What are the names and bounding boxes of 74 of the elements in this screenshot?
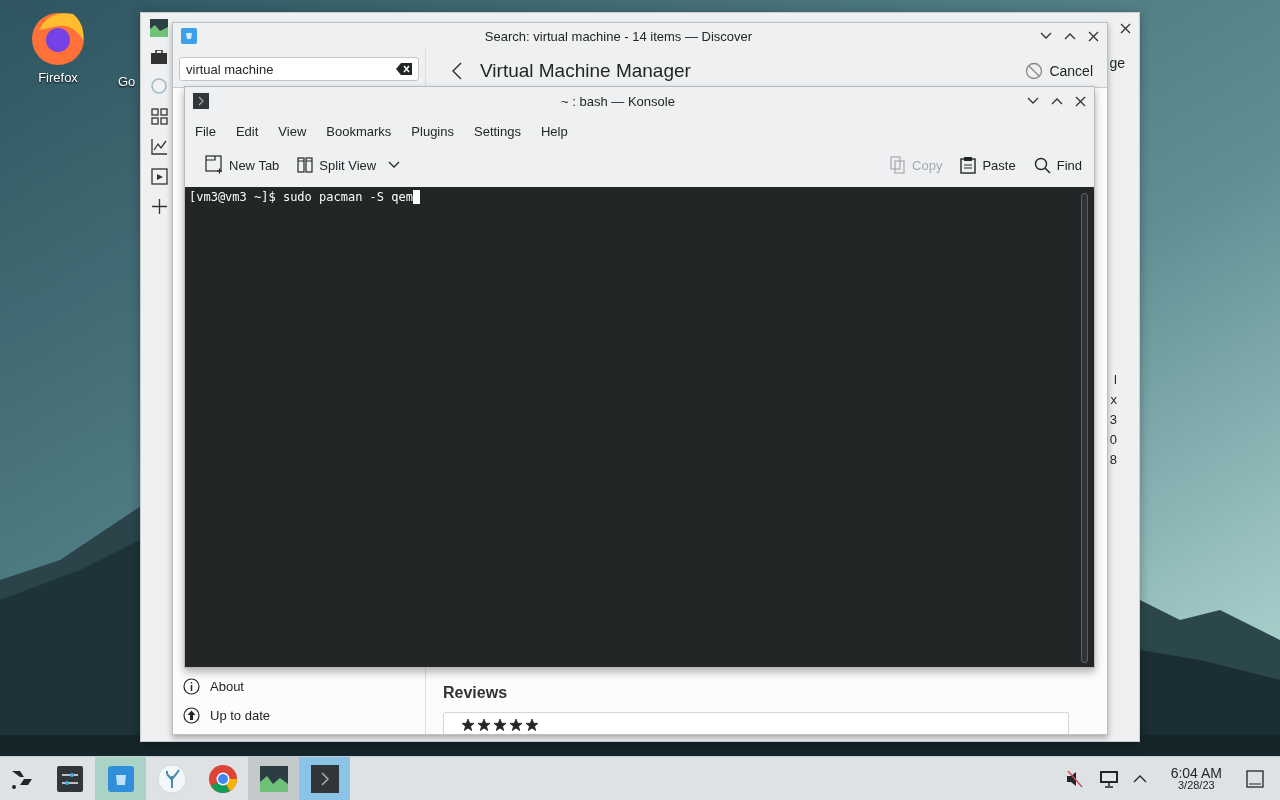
menu-item[interactable]: Settings bbox=[466, 119, 529, 143]
display-icon[interactable] bbox=[1098, 769, 1119, 788]
section-heading: Reviews bbox=[443, 684, 509, 702]
menu-item[interactable]: View bbox=[270, 119, 315, 143]
plus-icon[interactable] bbox=[150, 198, 168, 215]
close-icon[interactable] bbox=[1120, 23, 1131, 34]
sidebar-item[interactable]: About bbox=[173, 672, 425, 701]
menu-item[interactable]: Bookmarks bbox=[318, 119, 400, 143]
clipboard-icon bbox=[960, 156, 977, 174]
muted-speaker-icon[interactable] bbox=[1064, 769, 1085, 788]
clear-icon[interactable] bbox=[396, 63, 412, 75]
tab-label[interactable]: ge bbox=[1109, 55, 1125, 71]
list-text: 0 bbox=[1109, 432, 1117, 447]
terminal-icon bbox=[310, 764, 339, 793]
list-text: l bbox=[1114, 372, 1117, 387]
star-icon bbox=[494, 719, 506, 731]
chevron-up-icon[interactable] bbox=[1132, 774, 1147, 783]
terminal-icon bbox=[193, 93, 209, 109]
play-icon[interactable] bbox=[150, 168, 168, 185]
list-text: 8 bbox=[1109, 452, 1117, 467]
window-title: ~ : bash — Konsole bbox=[560, 93, 676, 109]
upload-icon bbox=[183, 707, 200, 724]
clock-date[interactable]: 3/28/23 bbox=[1177, 780, 1215, 791]
toolbar-button[interactable]: Find bbox=[1027, 152, 1088, 178]
copy-icon bbox=[890, 156, 907, 174]
page-title: Virtual Machine Manager bbox=[480, 60, 692, 82]
search-field[interactable]: virtual machine bbox=[179, 57, 419, 81]
star-icon bbox=[462, 719, 474, 731]
menu-item[interactable]: Edit bbox=[227, 119, 267, 143]
toolbar-button[interactable]: Split View bbox=[291, 151, 407, 179]
chart-icon[interactable] bbox=[150, 138, 168, 155]
back-icon[interactable] bbox=[452, 62, 462, 80]
menu-item[interactable]: Help bbox=[532, 119, 576, 143]
minimize-icon[interactable] bbox=[1027, 97, 1039, 105]
desktop-icon-label[interactable]: Go bbox=[118, 74, 136, 89]
clock-time[interactable]: 6:04 AM bbox=[1170, 766, 1222, 780]
info-icon bbox=[183, 678, 200, 695]
show-desktop-icon[interactable] bbox=[1246, 769, 1264, 788]
star-icon bbox=[510, 719, 522, 731]
toolbar-button[interactable]: Paste bbox=[954, 152, 1022, 178]
toolbar-button[interactable]: New Tab bbox=[199, 151, 286, 179]
star-icon bbox=[478, 719, 490, 731]
new-tab-icon bbox=[205, 155, 223, 175]
menu-item[interactable]: Plugins bbox=[403, 119, 462, 143]
maximize-icon[interactable] bbox=[1064, 32, 1076, 40]
cancel-button[interactable]: Cancel bbox=[1021, 60, 1097, 82]
list-text: x bbox=[1110, 392, 1117, 407]
chart-icon[interactable] bbox=[150, 19, 168, 37]
terminal-area[interactable]: [vm3@vm3 ~]$ sudo pacman -S qem bbox=[185, 187, 1094, 667]
minimize-icon[interactable] bbox=[1040, 32, 1052, 40]
scrollbar[interactable] bbox=[1081, 193, 1088, 663]
close-icon[interactable] bbox=[1075, 95, 1086, 107]
window-title: Search: virtual machine - 14 items — Discover bbox=[483, 28, 754, 44]
cancel-icon bbox=[1025, 62, 1044, 80]
sidebar-item[interactable]: Up to date bbox=[173, 701, 425, 730]
chart-icon bbox=[259, 765, 288, 792]
terminal-line: [vm3@vm3 ~]$ sudo pacman -S qem bbox=[189, 190, 413, 204]
maximize-icon[interactable] bbox=[1051, 97, 1063, 105]
close-icon[interactable] bbox=[1088, 30, 1099, 42]
search-icon bbox=[1033, 156, 1051, 174]
chrome-icon bbox=[207, 763, 238, 794]
grid-icon[interactable] bbox=[150, 108, 168, 125]
list-text: 3 bbox=[1109, 412, 1117, 427]
task-button[interactable] bbox=[299, 757, 350, 800]
sliders-icon bbox=[56, 765, 83, 792]
menu-item[interactable]: File bbox=[187, 119, 224, 143]
desktop-icon-label[interactable]: Firefox bbox=[38, 70, 78, 85]
store-icon bbox=[181, 28, 197, 44]
columns-icon bbox=[297, 157, 314, 173]
chevron-down-icon bbox=[388, 161, 401, 169]
star-icon bbox=[526, 719, 538, 731]
task-button[interactable] bbox=[248, 757, 299, 800]
briefcase-icon[interactable] bbox=[151, 50, 167, 64]
text-cursor bbox=[412, 190, 420, 204]
